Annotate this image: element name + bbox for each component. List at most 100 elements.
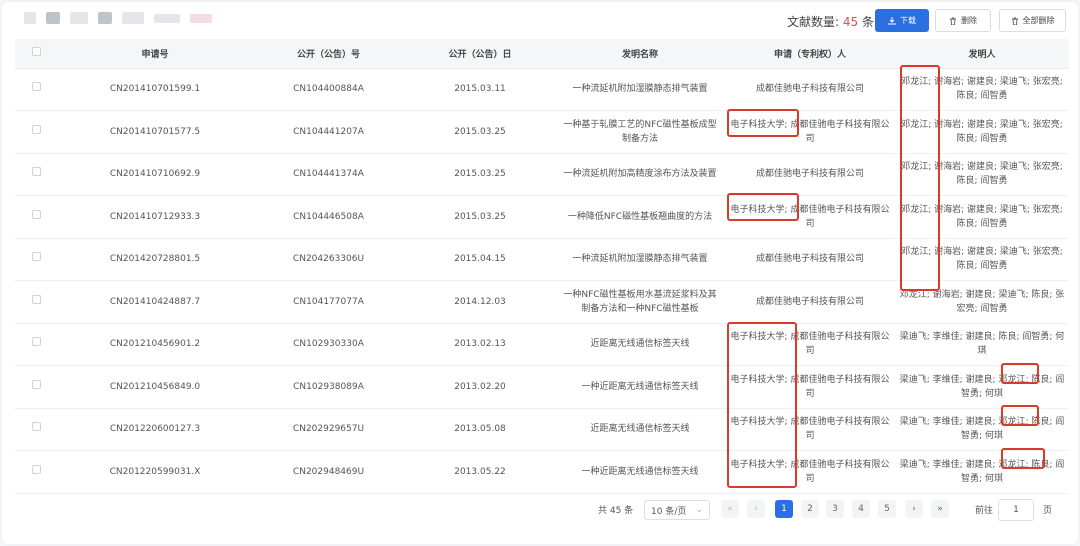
cell-title: 一种降低NFC磁性基板翘曲度的方法	[555, 195, 725, 239]
cell-applicant: 成都佳驰电子科技有限公司	[725, 238, 895, 281]
blurred-block	[154, 13, 180, 23]
chevron-left-icon: ‹	[754, 504, 758, 514]
cell-title: 近距离无线通信标签天线	[555, 323, 725, 366]
cell-inventor: 邓龙江; 谢海岩; 谢建良; 梁迪飞; 张宏亮; 陈良; 阎智勇	[895, 238, 1069, 281]
row-checkbox[interactable]	[32, 379, 41, 389]
row-checkbox[interactable]	[32, 124, 41, 134]
row-checkbox[interactable]	[32, 167, 41, 177]
cell-pub-no: CN202929657U	[252, 408, 405, 451]
table-row[interactable]: CN201410712933.3 CN104446508A 2015.03.25 一种…	[15, 195, 1069, 239]
row-checkbox[interactable]	[32, 209, 41, 219]
blurred-block	[98, 12, 112, 24]
table-row[interactable]: CN201220600127.3 CN202929657U 2013.05.08 近距…	[15, 408, 1069, 451]
cell-applicant: 电子科技大学; 成都佳驰电子科技有限公司	[725, 450, 895, 494]
count-label-text: 文献数量:	[787, 15, 840, 29]
chevron-right-icon: ›	[912, 504, 916, 514]
cell-title: 近距离无线通信标签天线	[555, 408, 725, 451]
cell-pub-date: 2015.03.25	[405, 195, 555, 239]
cell-title: 一种流延机附加湿膜静态排气装置	[555, 68, 725, 111]
cell-inventor: 梁迪飞; 李维佳; 谢建良; 邓龙江; 陈良; 阎智勇; 何琪	[895, 365, 1069, 409]
next-page-button[interactable]: ›	[905, 500, 923, 518]
row-select-cell	[15, 323, 58, 366]
cell-app-no: CN201410701577.5	[58, 110, 252, 154]
row-select-cell	[15, 280, 58, 324]
table-row[interactable]: CN201420728801.5 CN204263306U 2015.04.15 一种…	[15, 238, 1069, 281]
cell-pub-no: CN102938089A	[252, 365, 405, 409]
column-header[interactable]: 申请号	[58, 39, 252, 69]
cell-app-no: CN201220599031.X	[58, 450, 252, 494]
row-checkbox[interactable]	[32, 337, 41, 347]
cell-pub-no: CN204263306U	[252, 238, 405, 281]
cell-pub-date: 2014.12.03	[405, 280, 555, 324]
cell-app-no: CN201210456901.2	[58, 323, 252, 366]
cell-pub-date: 2015.03.25	[405, 153, 555, 196]
column-header[interactable]: 申请（专利权）人	[725, 39, 895, 69]
goto-label: 前往	[975, 506, 994, 516]
chevron-down-icon: ⌄	[695, 505, 703, 515]
cell-inventor: 邓龙江; 谢海岩; 谢建良; 梁迪飞; 张宏亮; 陈良; 阎智勇	[895, 68, 1069, 111]
cell-applicant: 电子科技大学; 成都佳驰电子科技有限公司	[725, 408, 895, 451]
page-size-value: 10 条/页	[651, 506, 687, 517]
column-header[interactable]: 公开（公告）号	[252, 39, 405, 69]
goto-page-input[interactable]: 1	[998, 499, 1034, 521]
download-button[interactable]: 下载	[875, 9, 929, 32]
table-row[interactable]: CN201210456849.0 CN102938089A 2013.02.20 一种…	[15, 365, 1069, 409]
cell-pub-date: 2013.02.20	[405, 365, 555, 409]
table-row[interactable]: CN201210456901.2 CN102930330A 2013.02.13 近距…	[15, 323, 1069, 366]
page-button[interactable]: 2	[801, 500, 819, 518]
table-row[interactable]: CN201410710692.9 CN104441374A 2015.03.25 一种…	[15, 153, 1069, 196]
cell-title: 一种近距离无线通信标签天线	[555, 365, 725, 409]
cell-pub-date: 2015.04.15	[405, 238, 555, 281]
row-checkbox[interactable]	[32, 252, 41, 262]
blurred-block	[24, 12, 36, 24]
cell-title: 一种流延机附加湿膜静态排气装置	[555, 238, 725, 281]
row-checkbox[interactable]	[32, 464, 41, 474]
page-size-select[interactable]: 10 条/页 ⌄	[644, 500, 710, 520]
row-checkbox[interactable]	[32, 82, 41, 92]
column-header[interactable]: 发明名称	[555, 39, 725, 69]
page-button[interactable]: 4	[852, 500, 870, 518]
delete-all-button[interactable]: 全部删除	[999, 9, 1066, 32]
cell-pub-date: 2015.03.25	[405, 110, 555, 154]
page-button[interactable]: 5	[878, 500, 896, 518]
document-count: 文献数量: 45 条	[787, 13, 874, 30]
table-row[interactable]: CN201220599031.X CN202948469U 2013.05.22 一种…	[15, 450, 1069, 494]
prev-page-button[interactable]: ‹	[747, 500, 765, 518]
cell-inventor: 邓龙江; 谢海岩; 谢建良; 梁迪飞; 张宏亮; 陈良; 阎智勇	[895, 110, 1069, 154]
cell-applicant: 成都佳驰电子科技有限公司	[725, 68, 895, 111]
select-all-checkbox[interactable]	[32, 47, 41, 57]
blurred-block	[122, 12, 144, 24]
cell-applicant: 电子科技大学; 成都佳驰电子科技有限公司	[725, 323, 895, 366]
cell-app-no: CN201210456849.0	[58, 365, 252, 409]
row-select-cell	[15, 365, 58, 409]
cell-pub-no: CN104441374A	[252, 153, 405, 196]
patent-table: 申请号 公开（公告）号 公开（公告）日 发明名称 申请（专利权）人 发明人 CN…	[15, 39, 1069, 494]
cell-title: 一种NFC磁性基板用水基流延浆料及其制备方法和一种NFC磁性基板	[555, 280, 725, 324]
row-checkbox[interactable]	[32, 422, 41, 432]
last-page-button[interactable]: »	[931, 500, 949, 518]
column-header[interactable]: 发明人	[895, 39, 1069, 69]
page-button[interactable]: 1	[775, 500, 793, 518]
delete-label: 删除	[961, 16, 977, 25]
column-header[interactable]: 公开（公告）日	[405, 39, 555, 69]
first-page-button[interactable]: «	[721, 500, 739, 518]
delete-all-label: 全部删除	[1022, 16, 1055, 25]
cell-applicant: 电子科技大学; 成都佳驰电子科技有限公司	[725, 365, 895, 409]
cell-pub-date: 2015.03.11	[405, 68, 555, 111]
cell-inventor: 邓龙江; 谢海岩; 谢建良; 梁迪飞; 张宏亮; 陈良; 阎智勇	[895, 153, 1069, 196]
trash-icon	[1011, 17, 1019, 25]
cell-pub-no: CN104177077A	[252, 280, 405, 324]
blurred-block	[70, 12, 88, 24]
delete-button[interactable]: 删除	[935, 9, 991, 32]
cell-pub-date: 2013.05.22	[405, 450, 555, 494]
cell-inventor: 梁迪飞; 李维佳; 谢建良; 邓龙江; 陈良; 阎智勇; 何琪	[895, 450, 1069, 494]
row-select-cell	[15, 68, 58, 111]
result-panel: 文献数量: 45 条 下载 删除 全部删除 申请号 公开（公告）号 公开（公告）…	[2, 2, 1078, 544]
page-button[interactable]: 3	[826, 500, 844, 518]
table-row[interactable]: CN201410424887.7 CN104177077A 2014.12.03 一种…	[15, 280, 1069, 324]
row-checkbox[interactable]	[32, 294, 41, 304]
row-select-cell	[15, 450, 58, 494]
count-value: 45	[842, 15, 859, 29]
table-row[interactable]: CN201410701577.5 CN104441207A 2015.03.25 一种…	[15, 110, 1069, 154]
table-row[interactable]: CN201410701599.1 CN104400884A 2015.03.11 一种…	[15, 68, 1069, 111]
